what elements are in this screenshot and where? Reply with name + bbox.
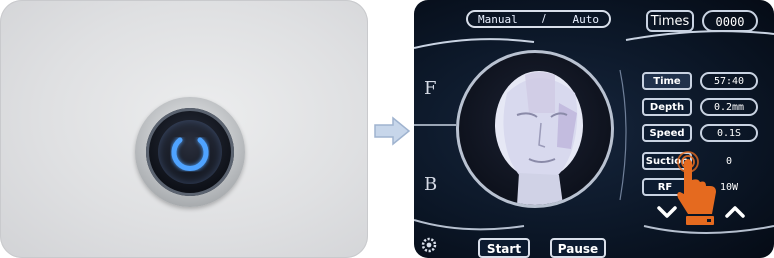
power-icon: [171, 129, 209, 171]
start-button[interactable]: Start: [478, 238, 530, 258]
power-button-face: [146, 108, 234, 196]
time-button[interactable]: Time: [642, 72, 692, 90]
power-button[interactable]: [135, 97, 245, 207]
chevron-up-icon[interactable]: [724, 204, 746, 220]
side-front-label[interactable]: F: [424, 78, 437, 99]
depth-value: 0.2mm: [700, 98, 758, 116]
mode-separator: /: [542, 12, 546, 25]
face-dial[interactable]: [456, 50, 614, 208]
settings-gear-icon[interactable]: [420, 236, 438, 254]
time-value: 57:40: [700, 72, 758, 90]
speed-button[interactable]: Speed: [642, 124, 692, 142]
side-back-label[interactable]: B: [424, 174, 437, 195]
mode-toggle[interactable]: Manual Auto: [466, 10, 611, 28]
face-illustration: [495, 71, 583, 205]
mode-manual[interactable]: Manual: [478, 13, 518, 26]
arrow-right-icon: [374, 116, 411, 146]
mode-auto[interactable]: Auto: [573, 13, 600, 26]
times-button[interactable]: Times: [646, 10, 694, 32]
times-value: 0000: [702, 10, 758, 32]
pause-button[interactable]: Pause: [550, 238, 606, 258]
control-screen: Manual Auto / Times 0000 F B Time 57:40 …: [414, 0, 774, 258]
power-button-photo: [0, 0, 368, 258]
chevron-down-icon[interactable]: [656, 204, 678, 220]
speed-value: 0.1S: [700, 124, 758, 142]
depth-button[interactable]: Depth: [642, 98, 692, 116]
tap-hand-icon: [677, 151, 716, 225]
